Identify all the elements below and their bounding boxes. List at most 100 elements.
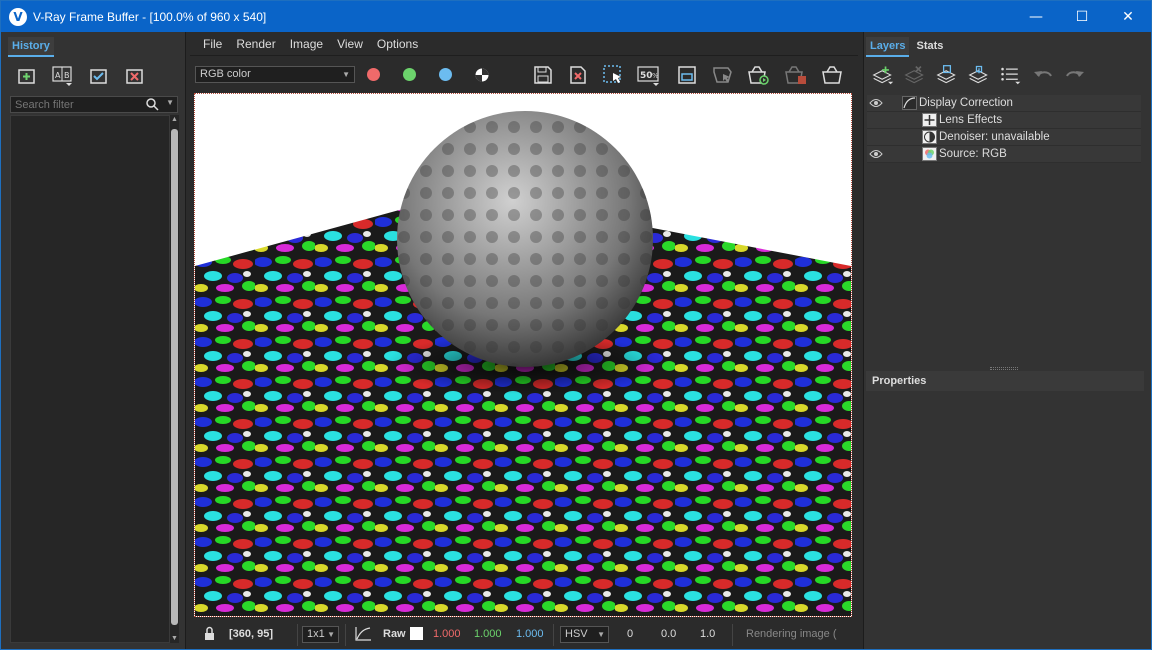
render-icon[interactable] [820,63,846,87]
divider [732,624,733,646]
eye-icon[interactable] [869,98,883,108]
layer-display-correction[interactable]: Display Correction [867,95,1141,112]
svg-text:B: B [64,71,70,80]
color-mode-select[interactable]: HSV ▼ [560,626,609,643]
hue-value: 0 [627,628,634,640]
load-history-icon[interactable] [88,66,110,86]
ab-compare-icon[interactable]: AB [52,66,74,86]
zoom-50-icon[interactable]: 50% [636,63,662,87]
status-bar: [360, 95] 1x1 ▼ Raw 1.000 1.000 1.000 HS… [190,621,858,649]
red-value: 1.000 [433,628,461,640]
undo-icon[interactable] [1032,65,1054,85]
rendered-image [195,94,851,616]
monochrome-icon[interactable] [469,63,495,87]
layer-label: Display Correction [919,97,1013,109]
stop-render-icon[interactable] [783,63,809,87]
window-title: V-Ray Frame Buffer - [100.0% of 960 x 54… [33,9,267,24]
scroll-thumb[interactable] [171,129,178,625]
divider [345,624,346,646]
save-to-history-icon[interactable] [16,66,38,86]
chevron-down-icon: ▼ [342,70,350,79]
tab-layers[interactable]: Layers [866,37,910,57]
lens-effects-icon [922,113,937,127]
layer-list-icon[interactable] [1000,65,1022,85]
sample-size-value: 1x1 [307,628,325,640]
divider [553,624,554,646]
properties-header: Properties [866,371,1144,391]
frame-buffer-area: File Render Image View Options RGB color… [190,32,858,649]
divider [297,624,298,646]
chevron-down-icon[interactable]: ▼ [166,98,174,107]
render-status-text: Rendering image ( [746,628,837,640]
layers-panel: Layers Stats Display Correction Lens Eff… [863,32,1151,649]
save-layers-icon[interactable] [936,65,958,85]
svg-text:A: A [55,71,61,80]
scroll-up-icon[interactable]: ▲ [170,115,179,124]
vfb-window: V V-Ray Frame Buffer - [100.0% of 960 x … [0,0,1152,650]
curve-icon[interactable] [354,626,372,645]
lock-icon[interactable] [202,626,218,645]
curve-layer-icon [902,96,917,110]
pixel-color-swatch[interactable] [410,627,423,640]
tab-stats[interactable]: Stats [912,37,947,57]
blue-channel-toggle[interactable] [439,68,452,81]
search-icon[interactable] [146,98,159,114]
maximize-button[interactable]: ☐ [1059,1,1105,32]
delete-layer-icon[interactable] [904,65,926,85]
redo-icon[interactable] [1064,65,1086,85]
title-bar: V V-Ray Frame Buffer - [100.0% of 960 x … [1,1,1151,32]
history-list[interactable] [10,115,170,643]
menu-view[interactable]: View [330,37,370,51]
chevron-down-icon: ▼ [597,630,605,639]
main-toolbar: RGB color ▼ 50% [190,58,858,90]
rgb-source-icon [922,147,937,161]
layer-source-rgb[interactable]: Source: RGB [867,146,1141,163]
history-scrollbar[interactable]: ▲ ▼ [170,115,179,643]
menu-options[interactable]: Options [370,37,425,51]
eye-icon[interactable] [869,149,883,159]
history-panel: History AB ▼ ▲ ▼ [1,32,186,649]
clear-image-icon[interactable] [565,63,591,87]
menu-render[interactable]: Render [229,37,282,51]
layers-toolbar [872,65,1086,85]
channel-select[interactable]: RGB color ▼ [195,66,355,83]
layer-denoiser[interactable]: Denoiser: unavailable [867,129,1141,146]
green-channel-toggle[interactable] [403,68,416,81]
save-image-icon[interactable] [530,63,556,87]
value-value: 1.0 [700,628,716,640]
add-layer-icon[interactable] [872,65,894,85]
menu-image[interactable]: Image [283,37,330,51]
menu-file[interactable]: File [196,37,229,51]
vray-logo-icon: V [9,7,27,26]
saturation-value: 0.0 [661,628,677,640]
menu-bar: File Render Image View Options [190,32,858,56]
minimize-button[interactable]: — [1013,1,1059,32]
splitter-grip[interactable] [990,367,1018,370]
green-value: 1.000 [474,628,502,640]
tab-history[interactable]: History [8,37,54,57]
close-button[interactable]: ✕ [1105,1,1151,32]
svg-text:%: % [652,72,659,80]
region-render-icon[interactable] [600,63,626,87]
load-layers-icon[interactable] [968,65,990,85]
layer-lens-effects[interactable]: Lens Effects [867,112,1141,129]
raw-label: Raw [383,628,406,640]
layer-label: Lens Effects [939,114,1003,126]
window-controls: — ☐ ✕ [1013,1,1151,32]
search-filter-input[interactable] [11,98,141,111]
color-mode-value: HSV [565,628,588,640]
pixel-coords: [360, 95] [229,628,274,640]
blue-value: 1.000 [516,628,544,640]
sample-size-select[interactable]: 1x1 ▼ [302,626,339,643]
chevron-down-icon: ▼ [327,630,335,639]
layer-label: Source: RGB [939,148,1007,160]
render-viewport[interactable] [194,93,852,617]
channel-select-value: RGB color [200,68,251,80]
render-interactive-icon[interactable] [746,63,772,87]
remove-history-icon[interactable] [124,66,146,86]
history-search: ▼ [10,96,178,113]
track-mouse-icon[interactable] [674,63,700,87]
scroll-down-icon[interactable]: ▼ [170,634,179,643]
red-channel-toggle[interactable] [367,68,380,81]
sync-icon[interactable] [710,63,736,87]
